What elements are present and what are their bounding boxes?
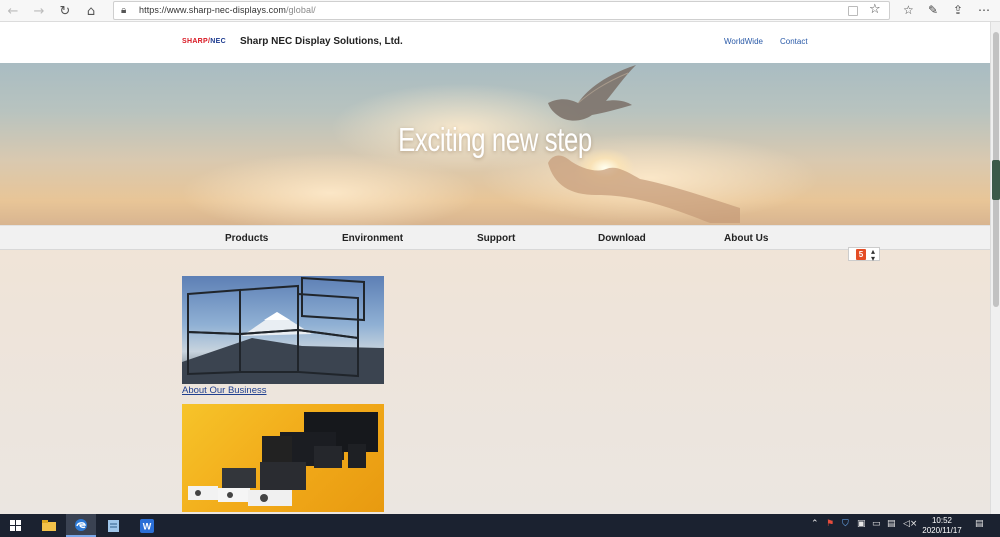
tray-app-icon[interactable]: ⚑ bbox=[826, 519, 834, 529]
favorite-star-icon[interactable]: ☆ bbox=[869, 2, 881, 17]
browser-toolbar: ← → ↻ ⌂ 🔒︎ https://www.sharp-nec-display… bbox=[0, 0, 1000, 22]
company-name: Sharp NEC Display Solutions, Ltd. bbox=[240, 36, 403, 47]
notepad-icon[interactable] bbox=[100, 514, 126, 537]
about-our-business-link[interactable]: About Our Business bbox=[182, 385, 267, 396]
language-selector[interactable]: 5 ▴ ▾ bbox=[848, 247, 880, 263]
volume-muted-icon[interactable]: ◁× bbox=[903, 519, 917, 529]
nav-products[interactable]: Products bbox=[225, 233, 268, 244]
tray-expand-icon[interactable]: ⌃ bbox=[811, 519, 819, 529]
network-icon[interactable]: ▤ bbox=[887, 519, 896, 529]
reading-view-icon[interactable] bbox=[848, 6, 858, 16]
products-illustration bbox=[188, 412, 378, 506]
nav-download[interactable]: Download bbox=[598, 233, 646, 244]
notification-center-icon[interactable]: ▤ bbox=[975, 519, 984, 529]
lock-icon: 🔒︎ bbox=[121, 5, 127, 16]
about-business-image[interactable] bbox=[182, 276, 384, 384]
windows-taskbar: W ⌃ ⚑ ⛉ ▣ ▭ ▤ ◁× 10:52 2020/11/17 ▤ bbox=[0, 514, 1000, 537]
security-shield-icon[interactable]: ⛉ bbox=[842, 519, 849, 529]
main-navigation: Products Environment Support Download Ab… bbox=[0, 225, 990, 250]
page-viewport: SHARP/NEC Sharp NEC Display Solutions, L… bbox=[0, 22, 990, 514]
pen-icon[interactable]: ✎ bbox=[928, 3, 938, 17]
taskbar-clock[interactable]: 10:52 2020/11/17 bbox=[917, 516, 967, 536]
hero-title: Exciting new step bbox=[398, 121, 592, 158]
products-image[interactable] bbox=[182, 404, 384, 512]
html5-badge-icon: 5 bbox=[856, 249, 866, 260]
favorites-icon[interactable]: ☆ bbox=[903, 3, 914, 17]
nav-environment[interactable]: Environment bbox=[342, 233, 403, 244]
worldwide-link[interactable]: WorldWide bbox=[724, 37, 763, 46]
more-icon[interactable]: ⋯ bbox=[978, 3, 990, 17]
tray-monitor-icon[interactable]: ▣ bbox=[857, 519, 866, 529]
nav-support[interactable]: Support bbox=[477, 233, 515, 244]
battery-icon[interactable]: ▭ bbox=[872, 519, 881, 529]
address-bar[interactable]: 🔒︎ https://www.sharp-nec-displays.com/gl… bbox=[113, 1, 890, 20]
video-wall-illustration bbox=[182, 276, 384, 384]
address-url[interactable]: https://www.sharp-nec-displays.com/globa… bbox=[139, 5, 316, 15]
edge-browser-icon[interactable] bbox=[66, 514, 96, 537]
wps-writer-icon[interactable]: W bbox=[134, 514, 160, 537]
windows-start-icon[interactable] bbox=[10, 520, 21, 531]
contact-link[interactable]: Contact bbox=[780, 37, 808, 46]
hero-banner: Exciting new step bbox=[0, 63, 990, 225]
nav-about-us[interactable]: About Us bbox=[724, 233, 768, 244]
refresh-icon[interactable]: ↻ bbox=[57, 3, 73, 19]
forward-icon[interactable]: → bbox=[31, 3, 47, 19]
sharp-nec-logo[interactable]: SHARP/NEC bbox=[182, 38, 226, 45]
file-explorer-icon[interactable] bbox=[36, 514, 62, 537]
back-icon[interactable]: ← bbox=[5, 3, 21, 19]
site-header: SHARP/NEC Sharp NEC Display Solutions, L… bbox=[0, 22, 990, 63]
svg-text:W: W bbox=[143, 521, 152, 531]
hero-cloud bbox=[180, 153, 480, 225]
side-panel-tab[interactable] bbox=[992, 160, 1000, 200]
home-icon[interactable]: ⌂ bbox=[83, 3, 99, 19]
share-icon[interactable]: ⇪ bbox=[953, 3, 963, 17]
page-scrollbar[interactable] bbox=[990, 22, 1000, 514]
updown-arrow-icon[interactable]: ▴ ▾ bbox=[871, 248, 875, 263]
